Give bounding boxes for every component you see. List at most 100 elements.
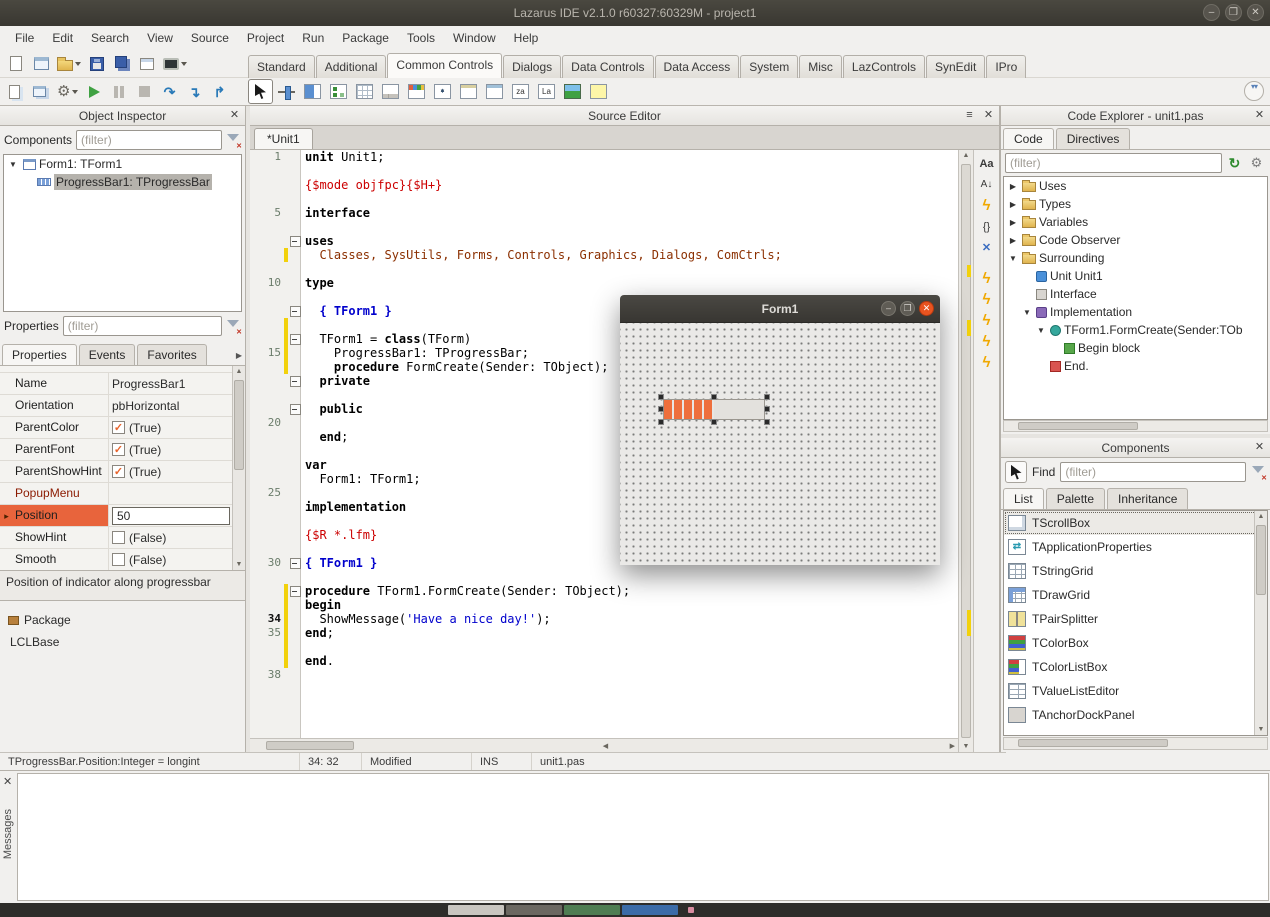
tlistview-button[interactable] xyxy=(352,79,377,104)
property-value[interactable]: 50 xyxy=(109,505,232,526)
component-list-item-tdrawgrid[interactable]: TDrawGrid xyxy=(1004,583,1267,607)
ttabcontrol-button[interactable] xyxy=(482,79,507,104)
vscroll-thumb[interactable] xyxy=(1256,525,1266,595)
fold-collapse-icon[interactable] xyxy=(288,402,301,416)
tab-favorites[interactable]: Favorites xyxy=(137,344,206,365)
editor-line-38[interactable]: 38 xyxy=(250,668,958,682)
tab-inheritance[interactable]: Inheritance xyxy=(1107,488,1188,509)
tpopupnotifier-button[interactable] xyxy=(586,79,611,104)
components-vscrollbar[interactable]: ▲ ▼ xyxy=(1254,511,1267,735)
menu-window[interactable]: Window xyxy=(444,27,505,49)
property-grid-scrollbar[interactable]: ▲ ▼ xyxy=(232,366,245,570)
menu-project[interactable]: Project xyxy=(238,27,293,49)
components-filter-clear-icon[interactable] xyxy=(226,133,241,148)
sort-button[interactable]: A↓ xyxy=(977,175,997,194)
code-explorer-close-icon[interactable]: ✕ xyxy=(1252,108,1267,123)
form-designer-surface[interactable] xyxy=(620,323,940,565)
form-minimize-button[interactable]: – xyxy=(881,301,896,316)
editor-line-31[interactable] xyxy=(250,570,958,584)
editor-line-32[interactable]: procedure TForm1.FormCreate(Sender: TObj… xyxy=(250,584,958,598)
tree-expanded-icon[interactable]: ▼ xyxy=(1035,326,1047,335)
taskbar-window-1[interactable] xyxy=(448,905,504,915)
menu-file[interactable]: File xyxy=(6,27,43,49)
fold-collapse-icon[interactable] xyxy=(288,234,301,248)
messages-content[interactable] xyxy=(17,773,1269,901)
selection-handle[interactable] xyxy=(764,406,770,412)
close-button[interactable]: ✕ xyxy=(1247,4,1264,21)
source-editor-close-icon[interactable]: ✕ xyxy=(981,108,996,123)
lightning-button[interactable]: ϟ xyxy=(977,353,997,372)
scroll-down-icon[interactable]: ▼ xyxy=(1255,726,1267,733)
code-explorer-item-variables[interactable]: ▶Variables xyxy=(1004,213,1267,231)
lightning-button[interactable]: ϟ xyxy=(977,311,997,330)
step-into-button[interactable]: ↴ xyxy=(182,80,206,104)
checkbox-unchecked-icon[interactable] xyxy=(112,553,125,566)
code-explorer-item-interface[interactable]: Interface xyxy=(1004,285,1267,303)
menu-view[interactable]: View xyxy=(138,27,182,49)
hscroll-thumb[interactable] xyxy=(1018,739,1168,747)
selection-handle[interactable] xyxy=(658,394,664,400)
components-filter-clear-icon[interactable] xyxy=(1251,465,1266,480)
hscroll-thumb[interactable] xyxy=(266,741,354,750)
lightning-button[interactable]: ϟ xyxy=(977,196,997,215)
view-forms-button[interactable] xyxy=(29,80,53,104)
editor-tab-unit1[interactable]: *Unit1 xyxy=(254,128,313,149)
scroll-thumb[interactable] xyxy=(234,380,244,470)
braces-button[interactable]: {} xyxy=(977,217,997,236)
tree-collapsed-icon[interactable]: ▶ xyxy=(1007,236,1019,245)
editor-line-36[interactable] xyxy=(250,640,958,654)
tprogressbar-button[interactable] xyxy=(300,79,325,104)
editor-vscrollbar[interactable]: ▲ ▼ xyxy=(958,150,973,752)
tab-code[interactable]: Code xyxy=(1003,128,1054,149)
scroll-left-icon[interactable]: ◀ xyxy=(253,742,958,750)
source-editor-header[interactable]: Source Editor ≡ ✕ xyxy=(250,106,999,126)
code-explorer-hscrollbar[interactable] xyxy=(1003,420,1268,432)
checkbox-unchecked-icon[interactable] xyxy=(112,531,125,544)
editor-line-6[interactable] xyxy=(250,220,958,234)
timagelist-button[interactable] xyxy=(560,79,585,104)
tstatusbar-button[interactable] xyxy=(378,79,403,104)
vscroll-thumb[interactable] xyxy=(961,164,971,738)
property-row-parentfont[interactable]: ParentFont✓(True) xyxy=(0,439,232,461)
palette-tab-system[interactable]: System xyxy=(740,55,798,78)
save-button[interactable] xyxy=(85,52,109,76)
hscroll-thumb[interactable] xyxy=(1018,422,1138,430)
tupdown-button[interactable] xyxy=(430,79,455,104)
palette-options-button[interactable]: ▾▾ xyxy=(1244,81,1264,101)
property-value[interactable]: ✓(True) xyxy=(109,439,232,460)
editor-line-8[interactable]: Classes, SysUtils, Forms, Controls, Grap… xyxy=(250,248,958,262)
lightning-button[interactable]: ϟ xyxy=(977,290,997,309)
menu-help[interactable]: Help xyxy=(505,27,548,49)
checkbox-checked-icon[interactable]: ✓ xyxy=(112,421,125,434)
property-value[interactable]: (False) xyxy=(109,527,232,548)
theadercontrol-button[interactable]: za xyxy=(508,79,533,104)
messages-close-icon[interactable]: ✕ xyxy=(3,775,12,788)
selection-handle[interactable] xyxy=(711,419,717,425)
tree-collapsed-icon[interactable]: ▶ xyxy=(1007,182,1019,191)
property-row-position[interactable]: ▸Position50 xyxy=(0,505,232,527)
palette-tab-lazcontrols[interactable]: LazControls xyxy=(843,55,925,78)
code-explorer-filter-input[interactable] xyxy=(1005,153,1222,173)
tab-directives[interactable]: Directives xyxy=(1056,128,1131,149)
property-row-showhint[interactable]: ShowHint(False) xyxy=(0,527,232,549)
component-list-item-tapplicationproperties[interactable]: TApplicationProperties xyxy=(1004,535,1267,559)
taskbar-window-2[interactable] xyxy=(506,905,562,915)
scroll-up-icon[interactable]: ▲ xyxy=(959,152,973,159)
properties-filter-clear-icon[interactable] xyxy=(226,319,241,334)
selection-handle[interactable] xyxy=(711,394,717,400)
editor-line-4[interactable] xyxy=(250,192,958,206)
menu-run[interactable]: Run xyxy=(293,27,333,49)
scroll-up-icon[interactable]: ▲ xyxy=(1255,513,1267,520)
tree-expanded-icon[interactable]: ▼ xyxy=(1021,308,1033,317)
tree-expanded-icon[interactable]: ▼ xyxy=(1007,254,1019,263)
titlebar[interactable]: Lazarus IDE v2.1.0 r60327:60329M - proje… xyxy=(0,0,1270,26)
menu-search[interactable]: Search xyxy=(82,27,138,49)
component-list-item-tcolorlistbox[interactable]: TColorListBox xyxy=(1004,655,1267,679)
options-gear-icon[interactable]: ⚙ xyxy=(1247,154,1266,173)
lightning-button[interactable]: ϟ xyxy=(977,269,997,288)
step-over-button[interactable]: ↷ xyxy=(157,80,181,104)
ttoolbar-button[interactable] xyxy=(404,79,429,104)
maximize-button[interactable]: ❐ xyxy=(1225,4,1242,21)
editor-line-1[interactable]: 1unit Unit1; xyxy=(250,150,958,164)
editor-hscrollbar[interactable]: ◀ ▶ xyxy=(250,738,958,752)
